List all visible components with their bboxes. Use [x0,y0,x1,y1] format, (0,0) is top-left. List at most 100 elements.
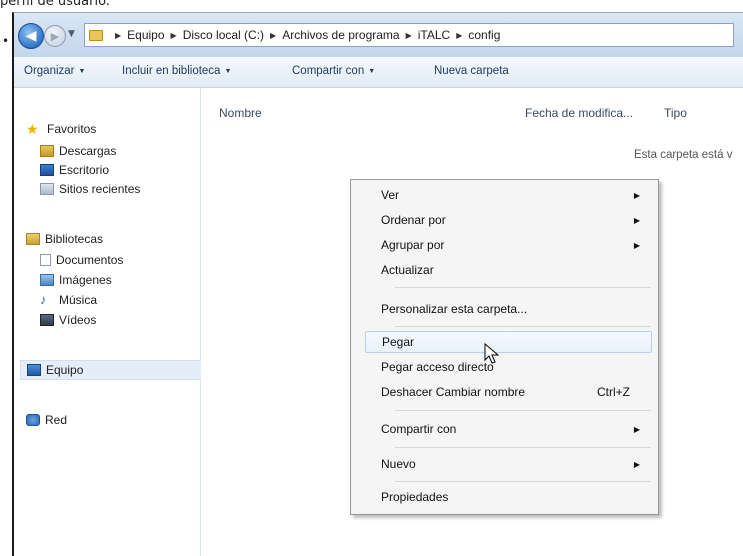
menu-separator [395,410,651,411]
breadcrumb-local-disk[interactable]: Disco local (C:) [183,28,264,42]
submenu-arrow-icon: ▶ [633,459,640,469]
breadcrumb-computer[interactable]: Equipo [127,28,164,42]
menu-shortcut: Ctrl+Z [597,385,630,399]
recent-places-icon [40,183,54,195]
downloads-icon [40,145,54,157]
nav-label: Escritorio [59,163,110,177]
nav-item-downloads[interactable]: Descargas [40,142,116,160]
share-with-button[interactable]: Compartir con ▼ [292,65,375,77]
menu-item-refresh[interactable]: Actualizar [365,259,652,281]
network-icon [26,414,40,426]
menu-item-share-with[interactable]: Compartir con ▶ [365,418,652,440]
menu-separator [395,481,651,482]
new-folder-button[interactable]: Nueva carpeta [434,65,509,77]
column-header-name[interactable]: Nombre [219,106,262,120]
submenu-arrow-icon: ▶ [633,190,640,200]
folder-icon [89,29,103,41]
address-bar[interactable]: ▶ Equipo ▶ Disco local (C:) ▶ Archivos d… [84,23,734,47]
menu-item-group-by[interactable]: Agrupar por ▶ [365,234,652,256]
video-icon [40,314,54,326]
nav-label: Red [45,413,68,427]
menu-item-customize-folder[interactable]: Personalizar esta carpeta... [365,298,652,320]
nav-label: Bibliotecas [45,232,104,246]
libraries-icon [26,233,40,245]
menu-item-view[interactable]: Ver ▶ [365,184,652,206]
menu-item-undo-rename[interactable]: Deshacer Cambiar nombre Ctrl+Z [365,381,652,403]
document-icon [40,254,51,266]
breadcrumb-config[interactable]: config [468,28,500,42]
nav-item-recent[interactable]: Sitios recientes [40,180,140,198]
music-note-icon: ♪ [40,292,47,307]
desktop-icon [40,164,54,176]
nav-item-documents[interactable]: Documentos [40,251,123,269]
nav-label: Imágenes [59,273,112,287]
mouse-pointer-icon [484,343,500,364]
nav-label: Sitios recientes [59,182,141,196]
submenu-arrow-icon: ▶ [633,240,640,250]
include-library-button[interactable]: Incluir en biblioteca ▼ [122,65,231,77]
forward-button[interactable]: ▶ [44,25,66,47]
empty-folder-message: Esta carpeta está v [634,149,733,161]
history-dropdown-icon[interactable]: ▼ [68,29,75,39]
back-button[interactable]: ◀ [18,23,44,49]
menu-label: Compartir con [381,422,457,436]
nav-item-libraries[interactable]: Bibliotecas [26,230,103,248]
submenu-arrow-icon: ▶ [633,215,640,225]
menu-label: Ver [381,188,400,202]
arrow-right-icon: ▶ [50,29,60,43]
breadcrumb-separator-icon[interactable]: ▶ [270,31,276,40]
nav-item-computer[interactable]: Equipo [20,360,203,380]
chevron-down-icon: ▼ [368,68,376,75]
breadcrumb-separator-icon[interactable]: ▶ [456,31,462,40]
images-icon [40,274,54,286]
address-bar-area: ◀ ▶ ▼ ▶ Equipo ▶ Disco local (C:) ▶ Arch… [14,13,743,57]
menu-item-paste-shortcut[interactable]: Pegar acceso directo [365,356,652,378]
menu-label: Agrupar por [381,238,445,252]
nav-label: Equipo [46,363,84,377]
nav-label: Favoritos [47,122,97,136]
organize-label: Organizar [24,65,75,77]
menu-item-new[interactable]: Nuevo ▶ [365,453,652,475]
submenu-arrow-icon: ▶ [633,424,640,434]
nav-item-desktop[interactable]: Escritorio [40,161,109,179]
nav-label: Documentos [56,253,124,267]
nav-item-network[interactable]: Red [26,411,67,429]
menu-label: Nuevo [381,457,416,471]
breadcrumb-separator-icon[interactable]: ▶ [171,31,177,40]
column-header-type[interactable]: Tipo [664,106,687,120]
nav-item-videos[interactable]: Vídeos [40,311,96,329]
menu-separator [395,447,651,448]
star-icon: ★ [26,121,39,137]
menu-item-paste[interactable]: Pegar [365,331,652,353]
context-menu: Ver ▶ Ordenar por ▶ Agrupar por ▶ Actualiza… [350,179,659,515]
breadcrumb-separator-icon[interactable]: ▶ [406,31,412,40]
menu-separator [395,287,651,288]
nav-label: Descargas [59,144,117,158]
chevron-down-icon: ▼ [78,68,86,75]
page-caption: perfil de usuario. [0,0,110,9]
chevron-down-icon: ▼ [224,68,232,75]
share-with-label: Compartir con [292,65,365,77]
nav-item-favorites[interactable]: ★ Favoritos [26,120,96,138]
menu-separator [395,326,651,327]
nav-item-images[interactable]: Imágenes [40,271,112,289]
menu-label: Ordenar por [381,213,446,227]
nav-item-music[interactable]: ♪ Música [40,291,97,309]
bullet-icon: • [2,34,10,48]
arrow-left-icon: ◀ [25,28,37,44]
command-bar: Organizar ▼ Incluir en biblioteca ▼ Compar… [14,57,743,88]
navigation-pane: ★ Favoritos Descargas Escritorio Sitios … [14,88,203,556]
breadcrumb-program-files[interactable]: Archivos de programa [282,28,399,42]
menu-item-sort-by[interactable]: Ordenar por ▶ [365,209,652,231]
nav-label: Música [59,293,98,307]
organize-button[interactable]: Organizar ▼ [24,65,85,77]
breadcrumb-italc[interactable]: iTALC [418,28,450,42]
breadcrumb-separator-icon[interactable]: ▶ [115,31,121,40]
menu-item-properties[interactable]: Propiedades [365,486,652,508]
computer-icon [27,364,41,376]
menu-label: Deshacer Cambiar nombre [381,385,526,399]
include-library-label: Incluir en biblioteca [122,65,221,77]
nav-label: Vídeos [59,313,97,327]
column-header-date[interactable]: Fecha de modifica... [525,106,633,120]
breadcrumb: ▶ Equipo ▶ Disco local (C:) ▶ Archivos d… [109,28,500,42]
